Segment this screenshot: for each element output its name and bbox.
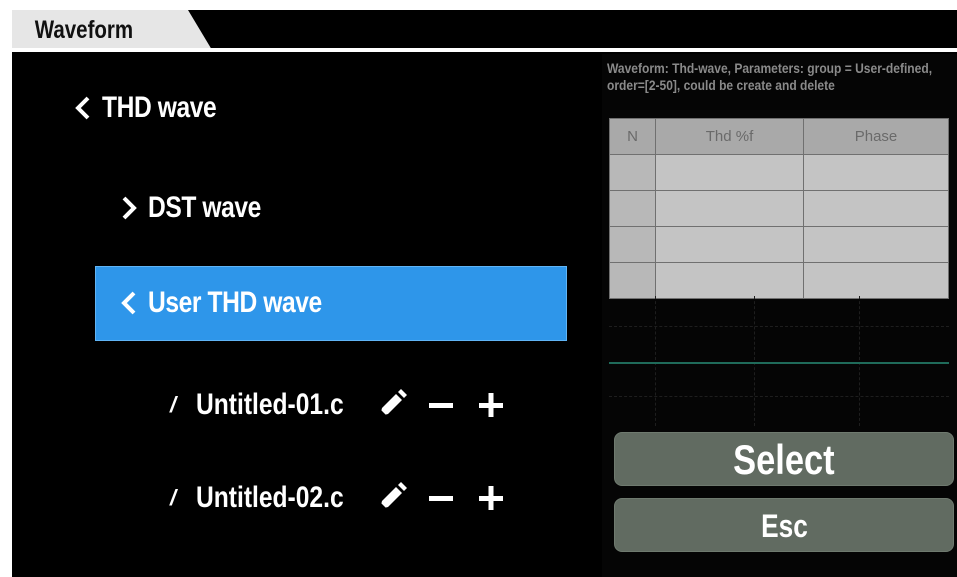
waveform-preview-grid (609, 296, 949, 426)
chevron-left-icon (72, 95, 102, 121)
grid-line (609, 396, 949, 397)
column-header-phase: Phase (803, 118, 949, 155)
grid-line (859, 296, 860, 426)
menu-item-label: THD wave (102, 91, 217, 124)
table-header-row: N Thd %f Phase (609, 118, 949, 155)
grid-line (609, 326, 949, 327)
pencil-icon[interactable] (366, 380, 416, 430)
tab-underline (12, 48, 957, 52)
minus-icon[interactable] (416, 380, 466, 430)
table-cell[interactable] (655, 154, 804, 191)
waveform-description: Waveform: Thd-wave, Parameters: group = … (607, 60, 933, 93)
grid-line (754, 296, 755, 426)
table-row[interactable] (609, 262, 949, 299)
pencil-icon[interactable] (366, 473, 416, 523)
table-cell (609, 262, 656, 299)
minus-icon[interactable] (416, 473, 466, 523)
plus-icon[interactable] (466, 473, 516, 523)
table-cell[interactable] (803, 154, 949, 191)
table-cell[interactable] (803, 262, 949, 299)
menu-item-thd-wave[interactable]: THD wave (72, 86, 241, 130)
table-cell[interactable] (803, 226, 949, 263)
column-header-n: N (609, 118, 656, 155)
menu-item-label: DST wave (148, 191, 261, 224)
menu-item-label: User THD wave (148, 286, 322, 319)
table-cell[interactable] (655, 226, 804, 263)
column-header-thd: Thd %f (655, 118, 804, 155)
tab-label: Waveform (34, 16, 134, 44)
file-row[interactable]: / Untitled-02.c (170, 473, 516, 523)
table-cell (609, 190, 656, 227)
esc-button[interactable]: Esc (614, 498, 954, 552)
chevron-right-icon (118, 195, 148, 221)
menu-item-user-thd-wave[interactable]: User THD wave (118, 281, 360, 325)
table-cell[interactable] (803, 190, 949, 227)
file-name: Untitled-01.c (196, 388, 344, 421)
tab-waveform[interactable]: Waveform (12, 10, 212, 50)
table-cell (609, 154, 656, 191)
parameter-table: N Thd %f Phase (609, 118, 949, 299)
table-row[interactable] (609, 226, 949, 263)
select-button[interactable]: Select (614, 432, 954, 486)
esc-button-label: Esc (760, 508, 808, 544)
table-cell (609, 226, 656, 263)
grid-line (655, 296, 656, 426)
file-bullet: / (170, 485, 177, 510)
waveform-trace (609, 362, 949, 364)
file-bullet: / (170, 392, 177, 417)
file-row[interactable]: / Untitled-01.c (170, 380, 516, 430)
menu-item-dst-wave[interactable]: DST wave (118, 186, 286, 230)
chevron-left-icon (118, 290, 148, 316)
select-button-label: Select (733, 436, 835, 483)
plus-icon[interactable] (466, 380, 516, 430)
table-cell[interactable] (655, 190, 804, 227)
table-cell[interactable] (655, 262, 804, 299)
file-name: Untitled-02.c (196, 481, 344, 514)
table-row[interactable] (609, 154, 949, 191)
table-row[interactable] (609, 190, 949, 227)
